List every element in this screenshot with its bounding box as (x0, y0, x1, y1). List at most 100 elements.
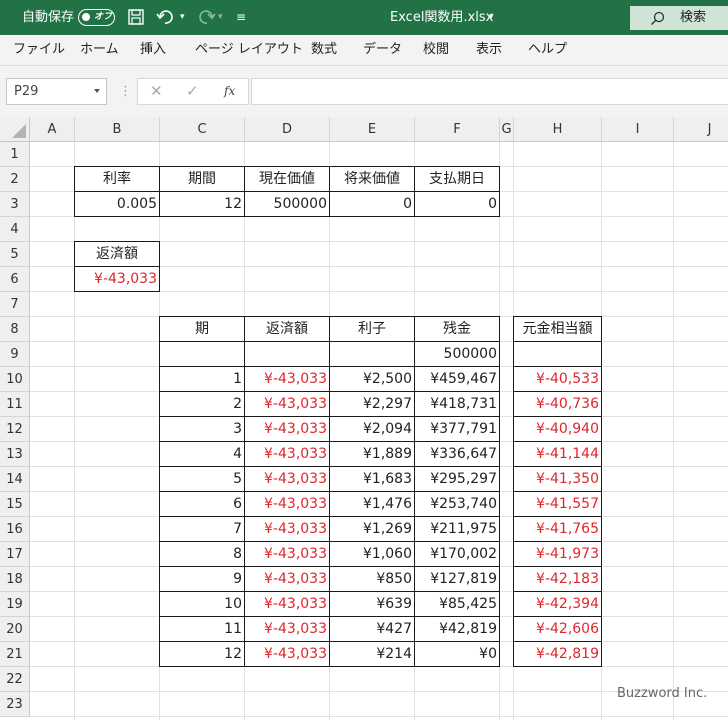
undo-icon[interactable] (156, 8, 176, 26)
schedule-payment-cell[interactable]: ¥-43,033 (244, 391, 330, 417)
schedule-period-cell[interactable]: 9 (159, 566, 245, 592)
schedule-period-cell[interactable]: 12 (159, 641, 245, 667)
schedule-period-cell[interactable]: 8 (159, 541, 245, 567)
worksheet-grid[interactable]: A B C D E F G H I J 1 2 3 4 5 6 7 8 9 10 11 12 13 14 1… (0, 117, 728, 720)
schedule-balance-cell[interactable]: ¥336,647 (414, 441, 500, 467)
row-header[interactable]: 14 (0, 467, 30, 492)
schedule-period-cell[interactable]: 10 (159, 591, 245, 617)
schedule-interest-cell[interactable]: ¥1,060 (329, 541, 415, 567)
schedule-payment-cell[interactable]: ¥-43,033 (244, 516, 330, 542)
row-header[interactable]: 17 (0, 542, 30, 567)
schedule-interest-cell[interactable]: ¥1,683 (329, 466, 415, 492)
row-header[interactable]: 6 (0, 267, 30, 292)
schedule-principal-cell[interactable]: ¥-40,736 (513, 391, 602, 417)
principal-header[interactable]: 元金相当額 (513, 316, 602, 342)
schedule-payment-cell[interactable]: ¥-43,033 (244, 441, 330, 467)
tab-file[interactable]: ファイル (13, 35, 65, 65)
schedule-principal-cell[interactable]: ¥-41,557 (513, 491, 602, 517)
row-header[interactable]: 3 (0, 192, 30, 217)
param-header-periods[interactable]: 期間 (159, 166, 245, 192)
select-all-button[interactable] (0, 117, 30, 142)
schedule-payment-cell[interactable]: ¥-43,033 (244, 491, 330, 517)
row-header[interactable]: 1 (0, 142, 30, 167)
initial-balance[interactable]: 500000 (414, 341, 500, 367)
principal-cell[interactable] (513, 341, 602, 367)
insert-function-icon[interactable]: fx (224, 79, 235, 104)
schedule-balance-cell[interactable]: ¥418,731 (414, 391, 500, 417)
schedule-principal-cell[interactable]: ¥-42,183 (513, 566, 602, 592)
tab-data[interactable]: データ (363, 35, 402, 65)
row-header[interactable]: 20 (0, 617, 30, 642)
param-value-due[interactable]: 0 (414, 191, 500, 217)
column-header-c[interactable]: C (160, 117, 245, 142)
schedule-interest-cell[interactable]: ¥639 (329, 591, 415, 617)
schedule-header-balance[interactable]: 残金 (414, 316, 500, 342)
column-header-i[interactable]: I (602, 117, 674, 142)
schedule-payment-cell[interactable]: ¥-43,033 (244, 591, 330, 617)
name-box[interactable]: P29 (6, 78, 107, 105)
schedule-header-payment[interactable]: 返済額 (244, 316, 330, 342)
row-header[interactable]: 7 (0, 292, 30, 317)
tab-insert[interactable]: 挿入 (140, 35, 166, 65)
tab-page-layout[interactable]: ページ レイアウト (195, 35, 303, 65)
schedule-period-cell[interactable]: 11 (159, 616, 245, 642)
schedule-balance-cell[interactable]: ¥170,002 (414, 541, 500, 567)
schedule-principal-cell[interactable]: ¥-40,940 (513, 416, 602, 442)
row-header[interactable]: 15 (0, 492, 30, 517)
schedule-payment-cell[interactable]: ¥-43,033 (244, 616, 330, 642)
schedule-balance-cell[interactable]: ¥253,740 (414, 491, 500, 517)
schedule-balance-cell[interactable]: ¥85,425 (414, 591, 500, 617)
schedule-balance-cell[interactable]: ¥295,297 (414, 466, 500, 492)
schedule-principal-cell[interactable]: ¥-41,973 (513, 541, 602, 567)
schedule-interest-cell[interactable]: ¥214 (329, 641, 415, 667)
row-header[interactable]: 23 (0, 692, 30, 717)
schedule-period-cell[interactable]: 4 (159, 441, 245, 467)
schedule-payment-cell[interactable]: ¥-43,033 (244, 366, 330, 392)
row-header[interactable]: 21 (0, 642, 30, 667)
param-value-present-value[interactable]: 500000 (244, 191, 330, 217)
row-header[interactable]: 12 (0, 417, 30, 442)
row-header[interactable]: 2 (0, 167, 30, 192)
schedule-period-cell[interactable]: 3 (159, 416, 245, 442)
column-header-j[interactable]: J (674, 117, 728, 142)
schedule-principal-cell[interactable]: ¥-40,533 (513, 366, 602, 392)
schedule-interest-cell[interactable]: ¥1,476 (329, 491, 415, 517)
row-header[interactable]: 10 (0, 367, 30, 392)
customize-toolbar-icon[interactable]: ≡ (236, 0, 246, 35)
schedule-payment-cell[interactable]: ¥-43,033 (244, 466, 330, 492)
autosave-toggle[interactable]: オフ (78, 9, 115, 26)
schedule-principal-cell[interactable]: ¥-42,819 (513, 641, 602, 667)
schedule-principal-cell[interactable]: ¥-41,350 (513, 466, 602, 492)
schedule-balance-cell[interactable]: ¥377,791 (414, 416, 500, 442)
row-header[interactable]: 16 (0, 517, 30, 542)
schedule-balance-cell[interactable]: ¥0 (414, 641, 500, 667)
schedule-period-cell[interactable]: 5 (159, 466, 245, 492)
tab-home[interactable]: ホーム (80, 35, 119, 65)
row-header[interactable]: 8 (0, 317, 30, 342)
schedule-balance-cell[interactable]: ¥42,819 (414, 616, 500, 642)
tab-review[interactable]: 校閲 (423, 35, 449, 65)
row-header[interactable]: 9 (0, 342, 30, 367)
tab-formulas[interactable]: 数式 (311, 35, 337, 65)
schedule-interest-cell[interactable]: ¥2,500 (329, 366, 415, 392)
schedule-period-cell[interactable]: 7 (159, 516, 245, 542)
row-header[interactable]: 11 (0, 392, 30, 417)
row-header[interactable]: 13 (0, 442, 30, 467)
schedule-interest-cell[interactable]: ¥427 (329, 616, 415, 642)
schedule-header-interest[interactable]: 利子 (329, 316, 415, 342)
row-header[interactable]: 22 (0, 667, 30, 692)
row-header[interactable]: 4 (0, 217, 30, 242)
param-value-periods[interactable]: 12 (159, 191, 245, 217)
schedule-period-cell[interactable]: 1 (159, 366, 245, 392)
schedule-payment-cell[interactable]: ¥-43,033 (244, 641, 330, 667)
schedule-interest-cell[interactable]: ¥1,269 (329, 516, 415, 542)
column-header-e[interactable]: E (330, 117, 415, 142)
param-value-rate[interactable]: 0.005 (74, 191, 160, 217)
column-header-d[interactable]: D (245, 117, 330, 142)
title-dropdown-icon[interactable]: ▾ (489, 0, 494, 35)
schedule-payment-cell[interactable]: ¥-43,033 (244, 416, 330, 442)
schedule-interest-cell[interactable]: ¥850 (329, 566, 415, 592)
row-header[interactable]: 5 (0, 242, 30, 267)
schedule-interest-cell[interactable]: ¥1,889 (329, 441, 415, 467)
column-header-b[interactable]: B (75, 117, 160, 142)
